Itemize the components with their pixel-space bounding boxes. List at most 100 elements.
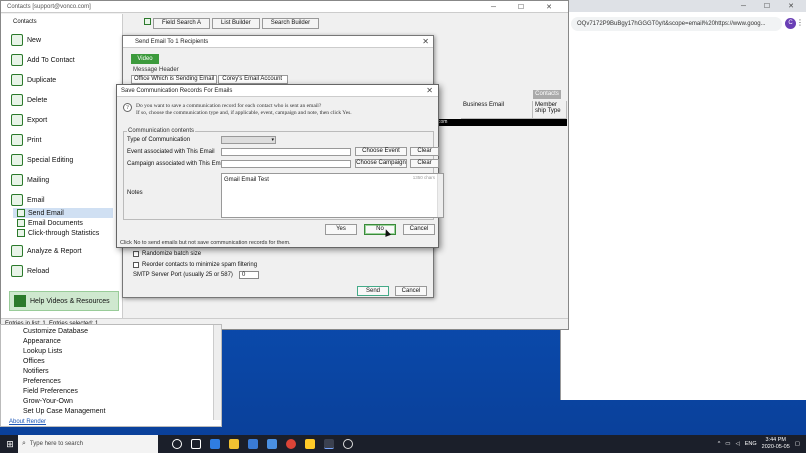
sidebar-item-reload[interactable]: Reload xyxy=(11,262,49,280)
notes-value: Gmail Email Test xyxy=(224,177,269,183)
campaign-input[interactable] xyxy=(221,160,351,168)
mail-icon[interactable] xyxy=(267,439,277,449)
language-indicator[interactable]: ENG xyxy=(745,441,757,447)
col-membership-type[interactable]: Member ship Type xyxy=(533,101,567,118)
store-icon[interactable] xyxy=(248,439,258,449)
sidebar-subitem-email-documents[interactable]: Email Documents xyxy=(17,218,83,228)
system-clock[interactable]: 3:44 PM 2020-05-05 xyxy=(762,437,790,451)
tree-item[interactable]: Preferences xyxy=(23,378,61,385)
yes-button[interactable]: Yes xyxy=(325,224,357,235)
save-communication-dialog: Save Communication Records For Emails ✕ … xyxy=(116,84,444,248)
sidebar-heading: Contacts xyxy=(13,19,37,25)
sidebar-item-delete[interactable]: Delete xyxy=(11,91,47,109)
browser-window-controls[interactable]: ─ ☐ ✕ xyxy=(741,2,802,10)
cortana-icon[interactable] xyxy=(172,439,182,449)
taskbar-search-placeholder: Type here to search xyxy=(29,441,83,447)
sidebar-item-mailing[interactable]: Mailing xyxy=(11,171,49,189)
more-menu-icon[interactable]: ⋮ xyxy=(796,18,804,27)
statistics-icon xyxy=(17,229,25,237)
close-icon[interactable]: ✕ xyxy=(426,85,433,97)
contacts-button[interactable]: Contacts xyxy=(533,90,561,99)
clear-event-button[interactable]: Clear xyxy=(410,147,439,156)
sidebar-subitem-send-email[interactable]: Send Email xyxy=(13,208,113,218)
event-input[interactable] xyxy=(221,148,351,156)
notes-textarea[interactable]: Gmail Email Test 1350 chars xyxy=(221,173,444,218)
tree-item[interactable]: Set Up Case Management xyxy=(23,408,106,415)
task-view-icon[interactable] xyxy=(191,439,201,449)
settings-icon[interactable] xyxy=(144,18,151,25)
col-business-email[interactable]: Business Email xyxy=(461,101,533,118)
question-line-2: If so, choose the communication type and… xyxy=(136,110,352,116)
clock-app-icon[interactable] xyxy=(343,439,353,449)
sidebar-item-add-to-contact[interactable]: Add To Contact xyxy=(11,51,75,69)
search-icon: ⌕ xyxy=(22,440,26,447)
tree-item[interactable]: Grow-Your-Own xyxy=(23,398,73,405)
chrome-icon[interactable] xyxy=(286,439,296,449)
field-search-button[interactable]: Field Search A xyxy=(153,18,211,29)
chevron-up-icon[interactable]: ^ xyxy=(718,441,721,447)
tree-item[interactable]: Notifiers xyxy=(23,368,49,375)
mailing-icon xyxy=(11,174,23,186)
contacts-app-icon[interactable] xyxy=(324,439,334,449)
edge-icon[interactable] xyxy=(210,439,220,449)
about-link[interactable]: About Render xyxy=(9,419,46,425)
sidebar-item-print[interactable]: Print xyxy=(11,131,41,149)
search-builder-button[interactable]: Search Builder xyxy=(261,18,320,29)
file-explorer-icon[interactable] xyxy=(229,439,239,449)
notes-scrollbar[interactable] xyxy=(437,174,443,217)
windows-start-icon[interactable]: ⊞ xyxy=(2,435,18,453)
tree-item[interactable]: Appearance xyxy=(23,338,61,345)
randomize-checkbox[interactable] xyxy=(133,251,139,257)
no-button[interactable]: No xyxy=(364,224,396,235)
list-builder-button[interactable]: List Builder xyxy=(212,18,260,29)
clear-campaign-button[interactable]: Clear xyxy=(410,159,439,168)
browser-window[interactable]: ─ ☐ ✕ OQv7172P9BuBgy17hGGGT0y/t&scope=em… xyxy=(560,0,806,400)
sidebar-item-special-editing[interactable]: Special Editing xyxy=(11,151,73,169)
send-email-icon xyxy=(17,209,25,217)
send-button[interactable]: Send xyxy=(357,286,389,296)
randomize-checkbox-row[interactable]: Randomize batch size xyxy=(133,251,201,257)
notifications-icon[interactable]: ▢ xyxy=(795,441,800,447)
sidebar-item-export[interactable]: Export xyxy=(11,111,47,129)
folder-icon[interactable] xyxy=(305,439,315,449)
sidebar-item-label: Email xyxy=(27,196,45,204)
send-cancel-button[interactable]: Cancel xyxy=(395,286,427,296)
tree-item[interactable]: Lookup Lists xyxy=(23,348,62,355)
sidebar-item-duplicate[interactable]: Duplicate xyxy=(11,71,56,89)
profile-avatar[interactable]: C xyxy=(785,18,796,29)
choose-campaign-button[interactable]: Choose Campaign xyxy=(355,159,407,168)
cancel-button[interactable]: Cancel xyxy=(403,224,435,235)
volume-icon[interactable]: ◁ xyxy=(736,441,740,447)
clock-time: 3:44 PM xyxy=(765,437,786,443)
campaign-label: Campaign associated with This Email xyxy=(127,161,227,167)
taskbar-search[interactable]: ⌕ Type here to search xyxy=(18,435,158,453)
send-dialog-titlebar: Send Email To 1 Recipients ✕ xyxy=(123,36,433,48)
tree-item[interactable]: Customize Database xyxy=(23,328,88,335)
help-videos-button[interactable]: Help Videos & Resources xyxy=(9,291,119,311)
sidebar-item-new[interactable]: New xyxy=(11,31,41,49)
reorder-checkbox[interactable] xyxy=(133,262,139,268)
table-row[interactable]: com xyxy=(437,119,567,126)
sidebar-item-label: Export xyxy=(27,116,48,124)
sidebar-item-label: Reload xyxy=(27,267,50,275)
office-select[interactable]: Corey's Email Account xyxy=(218,75,289,84)
smtp-port-input[interactable]: 0 xyxy=(238,271,259,279)
close-icon[interactable]: ✕ xyxy=(422,36,429,48)
sidebar-item-analyze-report[interactable]: Analyze & Report xyxy=(11,242,81,260)
help-videos-label: Help Videos & Resources xyxy=(30,297,110,305)
video-button[interactable]: Video xyxy=(131,54,159,64)
type-select[interactable]: ▾ xyxy=(221,136,276,144)
network-icon[interactable]: ▭ xyxy=(725,441,730,447)
browser-address-bar[interactable]: OQv7172P9BuBgy17hGGGT0y/t&scope=email%20… xyxy=(571,17,782,31)
choose-event-button[interactable]: Choose Event xyxy=(355,147,407,156)
sidebar-item-email[interactable]: Email xyxy=(11,191,45,209)
app-window-controls[interactable]: ─ ☐ ✕ xyxy=(491,2,562,14)
analyze-icon xyxy=(11,245,23,257)
tree-item[interactable]: Field Preferences xyxy=(23,388,78,395)
reorder-checkbox-row[interactable]: Reorder contacts to minimize spam filter… xyxy=(133,262,257,268)
tree-item[interactable]: Offices xyxy=(23,358,45,365)
message-header-label: Message Header xyxy=(133,67,179,73)
sidebar-subitem-click-through[interactable]: Click-through Statistics xyxy=(17,228,99,238)
tree-scrollbar[interactable] xyxy=(213,325,221,420)
comm-dialog-titlebar: Save Communication Records For Emails ✕ xyxy=(117,85,438,97)
